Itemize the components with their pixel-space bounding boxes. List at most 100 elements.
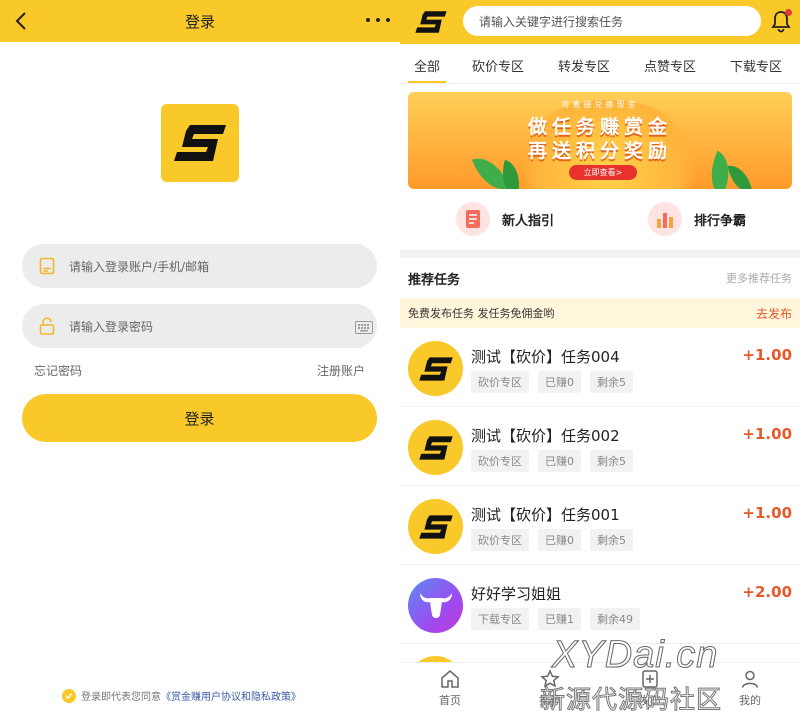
recommend-header: 推荐任务 更多推荐任务 — [400, 258, 800, 298]
tab-bargain[interactable]: 砍价专区 — [472, 56, 524, 75]
login-button[interactable]: 登录 — [22, 394, 377, 442]
task-reward: +2.00 — [742, 583, 792, 601]
tabbar-mine[interactable]: 我的 — [730, 669, 770, 708]
task-avatar — [408, 420, 463, 475]
shortcut-newbie-guide[interactable]: 新人指引 — [456, 202, 554, 236]
logo-s-icon — [174, 125, 226, 161]
login-header: 登录 — [0, 0, 400, 42]
tab-download[interactable]: 下载专区 — [730, 56, 782, 75]
task-reward: +1.00 — [742, 346, 792, 364]
task-tags: 砍价专区 已赚0 剩余5 — [471, 529, 642, 551]
top-bar: 请输入关键字进行搜索任务 — [400, 0, 800, 44]
account-field[interactable]: 请输入登录账户/手机/邮箱 — [22, 244, 377, 288]
notification-dot — [785, 9, 792, 16]
task-item[interactable]: 测试【砍价】任务004 砍价专区 已赚0 剩余5 +1.00 — [400, 328, 800, 407]
task-reward: +1.00 — [742, 504, 792, 522]
shortcuts: 新人指引 排行争霸 — [400, 196, 800, 246]
brand-logo-icon[interactable] — [412, 9, 450, 35]
account-icon — [38, 257, 56, 275]
task-zone-tag: 砍价专区 — [471, 371, 529, 393]
app-logo — [161, 104, 239, 182]
star-icon — [540, 669, 560, 688]
section-divider — [400, 250, 800, 258]
tab-forward[interactable]: 转发专区 — [558, 56, 610, 75]
tabbar-publish[interactable]: 发布 — [630, 669, 670, 708]
bottom-tabbar: 首页 推荐 发布 我的 — [400, 662, 800, 715]
task-screen: 请输入关键字进行搜索任务 全部 砍价专区 转发专区 点赞专区 下载专区 可直接兑… — [400, 0, 800, 715]
task-name: 测试【砍价】任务004 — [471, 348, 620, 366]
page-title: 登录 — [184, 12, 215, 31]
category-tabs: 全部 砍价专区 转发专区 点赞专区 下载专区 — [400, 44, 800, 84]
logo-s-icon — [418, 356, 453, 381]
task-item[interactable]: 好好学习姐姐 下载专区 已赚1 剩余49 +2.00 — [400, 565, 800, 644]
task-tags: 砍价专区 已赚0 剩余5 — [471, 371, 642, 393]
search-input[interactable]: 请输入关键字进行搜索任务 — [463, 6, 761, 36]
login-screen: 登录 请输入登录账户/手机/邮箱 请输入登录密码 忘记密码 注册账户 登录 登录… — [0, 0, 400, 715]
password-input[interactable]: 请输入登录密码 — [69, 318, 153, 335]
tabbar-label: 发布 — [639, 694, 661, 707]
task-reward: +1.00 — [742, 425, 792, 443]
tab-all[interactable]: 全部 — [407, 56, 447, 83]
register-link[interactable]: 注册账户 — [317, 362, 365, 379]
banner-subtitle: 可直接兑换现金 — [561, 100, 639, 109]
more-icon[interactable] — [366, 10, 390, 30]
keyboard-icon[interactable] — [355, 319, 373, 334]
task-zone-tag: 砍价专区 — [471, 529, 529, 551]
task-item[interactable]: 测试【砍价】任务001 砍价专区 已赚0 剩余5 +1.00 — [400, 486, 800, 565]
screenshot-root: 登录 请输入登录账户/手机/邮箱 请输入登录密码 忘记密码 注册账户 登录 登录… — [0, 0, 800, 715]
bell-icon[interactable] — [770, 9, 792, 33]
shortcut-label: 新人指引 — [502, 213, 555, 229]
task-remaining-tag: 剩余5 — [590, 529, 633, 551]
task-zone-tag: 下载专区 — [471, 608, 529, 630]
task-avatar — [408, 341, 463, 396]
home-icon — [441, 670, 459, 688]
task-earned-tag: 已赚0 — [538, 529, 581, 551]
account-input[interactable]: 请输入登录账户/手机/邮箱 — [69, 258, 209, 275]
task-earned-tag: 已赚1 — [538, 608, 581, 630]
task-item-partial — [400, 644, 800, 662]
task-remaining-tag: 剩余5 — [590, 450, 633, 472]
task-earned-tag: 已赚0 — [538, 371, 581, 393]
checkbox-checked-icon[interactable] — [62, 688, 76, 703]
tabbar-label: 我的 — [739, 694, 761, 707]
more-recommend-link[interactable]: 更多推荐任务 — [726, 270, 792, 286]
task-zone-tag: 砍价专区 — [471, 450, 529, 472]
task-earned-tag: 已赚0 — [538, 450, 581, 472]
task-remaining-tag: 剩余5 — [590, 371, 633, 393]
forgot-password-link[interactable]: 忘记密码 — [34, 362, 82, 379]
banner-headline-1: 做任务赚赏金 — [527, 116, 672, 138]
bull-icon — [419, 592, 452, 618]
banner-headline-2: 再送积分奖励 — [527, 140, 672, 162]
tab-like[interactable]: 点赞专区 — [644, 56, 696, 75]
tabbar-recommend[interactable]: 推荐 — [530, 669, 570, 708]
task-avatar — [408, 499, 463, 554]
promo-banner[interactable]: 可直接兑换现金 做任务赚赏金 再送积分奖励 立即查看> — [408, 92, 792, 189]
logo-s-icon — [418, 435, 453, 460]
auth-links: 忘记密码 注册账户 — [34, 362, 365, 379]
task-avatar — [408, 578, 463, 633]
guide-icon — [456, 202, 490, 236]
agreement-link[interactable]: 《赏金赚用户协议和隐私政策》 — [161, 688, 301, 703]
user-icon — [741, 670, 759, 688]
publish-link[interactable]: 去发布 — [756, 305, 792, 322]
task-name: 测试【砍价】任务001 — [471, 506, 620, 524]
shortcut-label: 排行争霸 — [694, 213, 747, 229]
tabbar-label: 推荐 — [539, 694, 561, 707]
tabbar-label: 首页 — [439, 694, 461, 707]
notice-text: 免费发布任务 发任务免佣金哟 — [408, 307, 555, 320]
shortcut-ranking[interactable]: 排行争霸 — [648, 202, 746, 236]
task-name: 好好学习姐姐 — [471, 585, 562, 603]
logo-s-icon — [418, 514, 453, 539]
task-item[interactable]: 测试【砍价】任务002 砍价专区 已赚0 剩余5 +1.00 — [400, 407, 800, 486]
task-tags: 砍价专区 已赚0 剩余5 — [471, 450, 642, 472]
tabbar-home[interactable]: 首页 — [430, 669, 470, 708]
agreement-text: 登录即代表您同意 — [81, 692, 161, 703]
password-field[interactable]: 请输入登录密码 — [22, 304, 377, 348]
lock-icon — [38, 317, 56, 335]
task-remaining-tag: 剩余49 — [590, 608, 640, 630]
banner-cta-button[interactable]: 立即查看> — [569, 165, 637, 180]
publish-notice: 免费发布任务 发任务免佣金哟 去发布 — [400, 298, 800, 328]
back-icon[interactable] — [10, 8, 32, 34]
agreement: 登录即代表您同意 《赏金赚用户协议和隐私政策》 — [62, 688, 301, 703]
ranking-icon — [648, 202, 682, 236]
